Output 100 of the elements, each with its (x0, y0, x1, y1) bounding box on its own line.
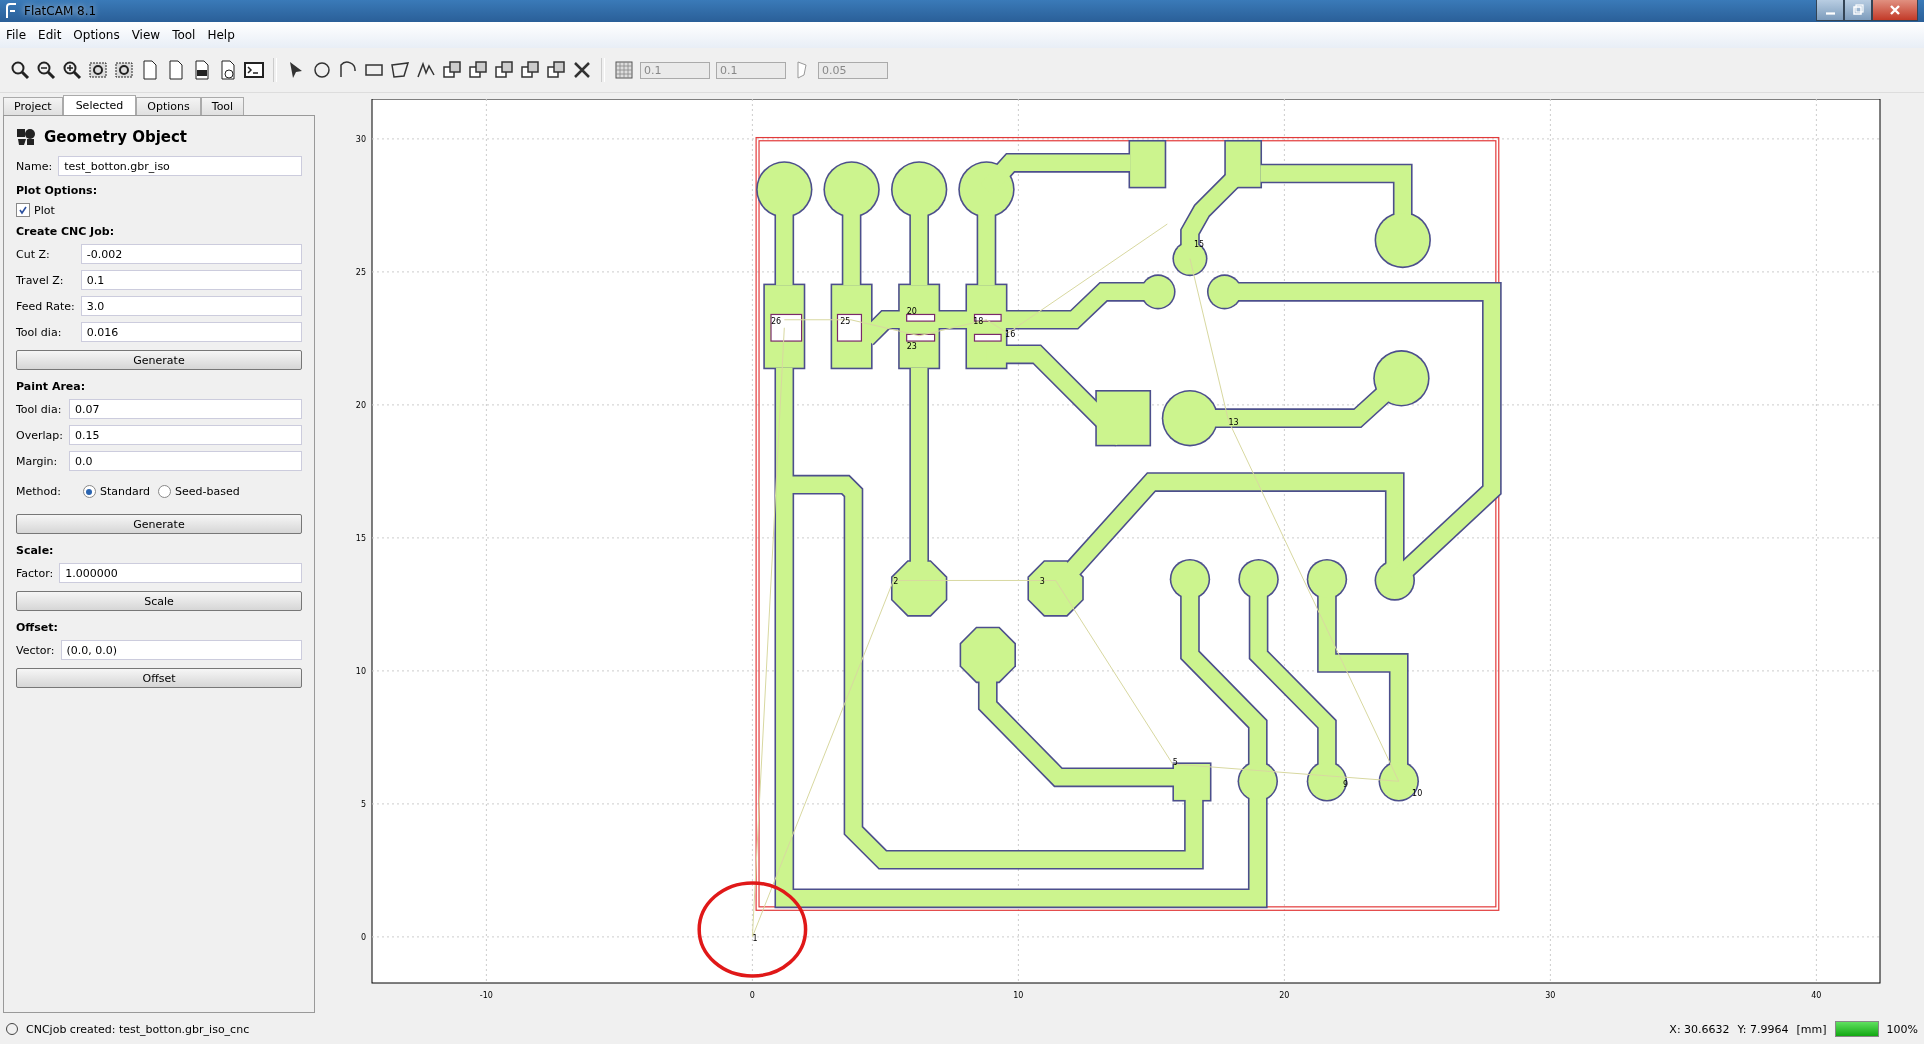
tab[interactable]: Selected (62, 95, 137, 115)
drill-number-label: 13 (1228, 417, 1239, 427)
menu-item[interactable]: View (125, 28, 167, 42)
drill-number-label: 3 (1039, 577, 1045, 587)
menu-item[interactable]: File (0, 28, 33, 42)
input-field[interactable]: (0.0, 0.0) (60, 640, 302, 660)
progress-bar (1834, 1021, 1879, 1037)
circle-icon[interactable] (312, 60, 332, 80)
section-heading: Paint Area: (16, 380, 87, 393)
axis-tick-label: 20 (1279, 991, 1290, 1000)
input-field[interactable]: 0.15 (68, 425, 302, 445)
axis-tick-label: 0 (749, 991, 755, 1000)
drill-number-label: 15 (1193, 239, 1205, 249)
drill-number-label: 16 (1005, 330, 1016, 340)
arc-icon[interactable] (338, 60, 358, 80)
axis-tick-label: 10 (355, 666, 366, 676)
zoom-out-icon[interactable] (36, 60, 56, 80)
status-message: CNCjob created: test_botton.gbr_iso_cnc (26, 1022, 250, 1036)
field-label: Vector: (16, 643, 55, 657)
axis-tick-label: 30 (1545, 991, 1556, 1000)
action-button[interactable]: Generate (16, 350, 302, 370)
field-label: Name: (16, 159, 53, 173)
field-label: Margin: (16, 454, 59, 468)
path-icon[interactable] (416, 60, 436, 80)
polygon-icon[interactable] (390, 60, 410, 80)
field-label: Factor: (16, 566, 54, 580)
field-label: Tool dia: (16, 402, 63, 416)
cursor-x-reading: X: 30.6632 (1669, 1022, 1730, 1036)
minimize-button[interactable] (1816, 0, 1844, 21)
field-label: Method: (16, 485, 61, 498)
axis-tick-label: 15 (355, 533, 366, 543)
maximize-button[interactable] (1844, 0, 1872, 21)
menu-item[interactable]: Edit (32, 28, 68, 42)
close-icon (1889, 4, 1901, 16)
field-label: Cut Z: (16, 247, 51, 261)
field-label: Overlap: (16, 428, 63, 442)
axis-tick-label: 25 (355, 267, 366, 277)
axis-tick-label: -10 (479, 991, 493, 1000)
field-label: Tool dia: (16, 325, 63, 339)
zoom-in-icon[interactable] (62, 60, 82, 80)
input-field[interactable]: 0.07 (68, 399, 302, 419)
drill-number-label: 23 (906, 342, 917, 352)
menu-item[interactable]: Help (201, 28, 241, 42)
drill-number-label: 1 (752, 933, 758, 943)
zoom-fit-icon[interactable] (10, 60, 30, 80)
close-button[interactable] (1872, 0, 1918, 21)
axis-tick-label: 5 (360, 799, 366, 809)
section-heading: Scale: (16, 544, 55, 557)
axis-tick-label: 10 (1013, 991, 1024, 1000)
axis-tick-label: 0 (360, 932, 366, 942)
menu-item[interactable]: Tool (166, 28, 202, 42)
axis-tick-label: 40 (1811, 991, 1822, 1000)
delete-icon[interactable] (572, 60, 592, 80)
input-field[interactable]: 0.016 (80, 322, 302, 342)
minimize-icon (1825, 11, 1835, 15)
drill-number-label: 2 (893, 577, 899, 587)
checkbox-label: Plot (34, 203, 55, 217)
delete-document-icon[interactable] (218, 60, 238, 80)
axis-tick-label: 30 (355, 134, 366, 144)
terminal-icon[interactable] (244, 60, 264, 80)
panel-title: Geometry Object (44, 128, 188, 146)
progress-reading: 100% (1886, 1022, 1918, 1036)
axis-tick-label: 20 (355, 400, 366, 410)
input-field[interactable]: 3.0 (80, 296, 302, 316)
tab[interactable]: Options (136, 97, 201, 115)
new-document-icon[interactable] (140, 60, 160, 80)
drill-number-label: 20 (906, 307, 917, 317)
units-label: [mm] (1796, 1022, 1827, 1036)
radio-button[interactable] (82, 485, 96, 498)
drill-number-label: 10 (1412, 788, 1423, 798)
checkbox[interactable] (16, 203, 30, 217)
radio-button[interactable] (158, 485, 171, 498)
input-field[interactable]: 0.0 (68, 451, 302, 471)
input-field[interactable]: test_botton.gbr_iso (58, 156, 302, 176)
field-label: Travel Z: (16, 273, 65, 287)
field-label: Feed Rate: (16, 299, 75, 313)
action-button[interactable]: Generate (16, 514, 302, 534)
input-field[interactable]: 1.000000 (59, 563, 302, 583)
radio-label: Seed-based (175, 485, 240, 498)
section-heading: Plot Options: (16, 184, 99, 197)
input-field[interactable]: -0.002 (80, 244, 302, 264)
drill-number-label: 5 (1172, 758, 1178, 768)
input-field[interactable]: 0.1 (80, 270, 302, 290)
action-button[interactable]: Offset (16, 668, 302, 688)
tab[interactable]: Project (3, 97, 63, 115)
restore-icon (1852, 4, 1864, 16)
drill-number-label: 26 (771, 316, 782, 326)
window-title: FlatCAM 8.1 (24, 4, 97, 18)
action-button[interactable]: Scale (16, 591, 302, 611)
section-heading: Create CNC Job: (16, 225, 116, 238)
drill-number-label: 18 (973, 316, 984, 326)
radio-label: Standard (99, 485, 150, 498)
tab[interactable]: Tool (200, 97, 245, 115)
section-heading: Offset: (16, 621, 59, 634)
drill-number-label: 25 (840, 316, 851, 326)
app-icon (4, 3, 18, 19)
menu-item[interactable]: Options (67, 28, 126, 42)
cursor-y-reading: Y: 7.9964 (1737, 1022, 1789, 1036)
geometry-icon (16, 128, 36, 146)
grid-icon[interactable] (614, 60, 634, 80)
